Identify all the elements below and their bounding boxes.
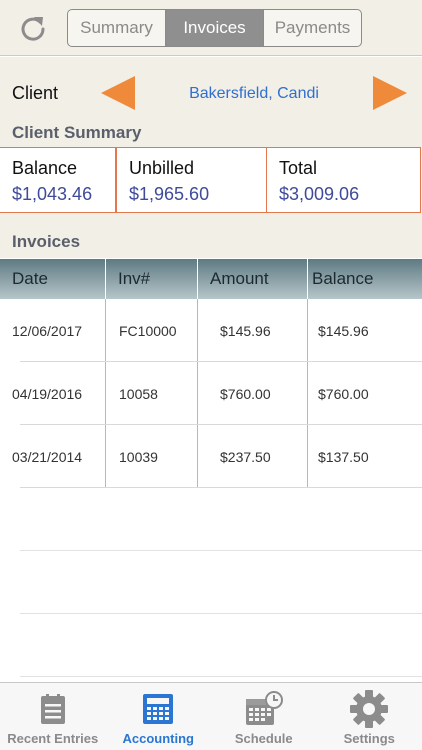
invoices-title: Invoices — [12, 232, 81, 251]
invoice-balance: $137.50 — [318, 448, 369, 465]
divider — [20, 676, 422, 677]
table-row[interactable]: 04/19/2016 10058 $760.00 $760.00 — [0, 362, 422, 425]
tab-label: Settings — [343, 731, 395, 746]
next-client-arrow-icon[interactable] — [373, 76, 407, 110]
segment-payments[interactable]: Payments — [264, 10, 361, 46]
calculator-icon — [143, 694, 174, 724]
column-header-date[interactable]: Date — [0, 259, 106, 299]
list-icon — [40, 694, 65, 724]
total-box: Total $3,009.06 — [266, 147, 421, 213]
client-summary-title: Client Summary — [12, 123, 142, 142]
invoice-date: 04/19/2016 — [0, 362, 106, 425]
invoice-date: 12/06/2017 — [0, 299, 106, 362]
balance-box: Balance $1,043.46 — [0, 147, 116, 213]
invoice-balance: $145.96 — [318, 322, 369, 339]
invoice-list: 12/06/2017 FC10000 $145.96 $145.96 04/19… — [0, 299, 422, 488]
unbilled-label: Unbilled — [129, 158, 195, 178]
invoice-date: 03/21/2014 — [0, 425, 106, 488]
invoice-amount: $237.50 — [198, 425, 308, 488]
invoice-number: 10039 — [106, 425, 198, 488]
calendar-clock-icon — [245, 691, 283, 725]
column-header-balance[interactable]: Balance — [308, 259, 422, 299]
unbilled-value: $1,965.60 — [129, 184, 210, 204]
previous-client-arrow-icon[interactable] — [101, 76, 135, 110]
tab-label: Schedule — [234, 731, 293, 746]
segment-invoices[interactable]: Invoices — [166, 10, 264, 46]
invoice-number: FC10000 — [106, 299, 198, 362]
balance-label: Balance — [12, 158, 78, 178]
total-value: $3,009.06 — [279, 184, 360, 204]
column-header-amount[interactable]: Amount — [198, 259, 308, 299]
table-row[interactable]: 03/21/2014 10039 $237.50 $137.50 — [0, 425, 422, 488]
total-label: Total — [279, 158, 318, 178]
client-panel: Client Bakersfield, Candi Client Summary… — [0, 57, 422, 258]
tab-settings[interactable]: Settings — [317, 683, 422, 750]
invoice-table-header: Date Inv# Amount Balance — [0, 259, 422, 299]
segment-summary[interactable]: Summary — [68, 10, 166, 46]
invoice-amount: $760.00 — [198, 362, 308, 425]
divider — [20, 613, 422, 614]
refresh-icon — [21, 17, 45, 41]
client-label: Client — [12, 83, 59, 103]
table-row[interactable]: 12/06/2017 FC10000 $145.96 $145.96 — [0, 299, 422, 362]
balance-value: $1,043.46 — [12, 184, 93, 204]
divider — [20, 550, 422, 551]
tab-label: Recent Entries — [7, 731, 99, 746]
gear-icon — [350, 690, 389, 728]
unbilled-box: Unbilled $1,965.60 — [116, 147, 267, 213]
tab-label: Accounting — [122, 731, 195, 746]
column-header-invoice-number[interactable]: Inv# — [106, 259, 198, 299]
tab-recent-entries[interactable]: Recent Entries — [0, 683, 106, 750]
client-name[interactable]: Bakersfield, Candi — [140, 85, 368, 103]
tab-schedule[interactable]: Schedule — [211, 683, 317, 750]
invoice-balance: $760.00 — [318, 385, 369, 402]
refresh-button[interactable] — [14, 9, 52, 47]
top-bar: Summary Invoices Payments — [0, 0, 422, 56]
invoice-amount: $145.96 — [198, 299, 308, 362]
empty-list-area — [0, 488, 422, 682]
segmented-control: Summary Invoices Payments — [67, 9, 362, 47]
invoice-number: 10058 — [106, 362, 198, 425]
tab-bar: Recent Entries Accounting Schedule Setti… — [0, 682, 422, 750]
tab-accounting[interactable]: Accounting — [106, 683, 212, 750]
